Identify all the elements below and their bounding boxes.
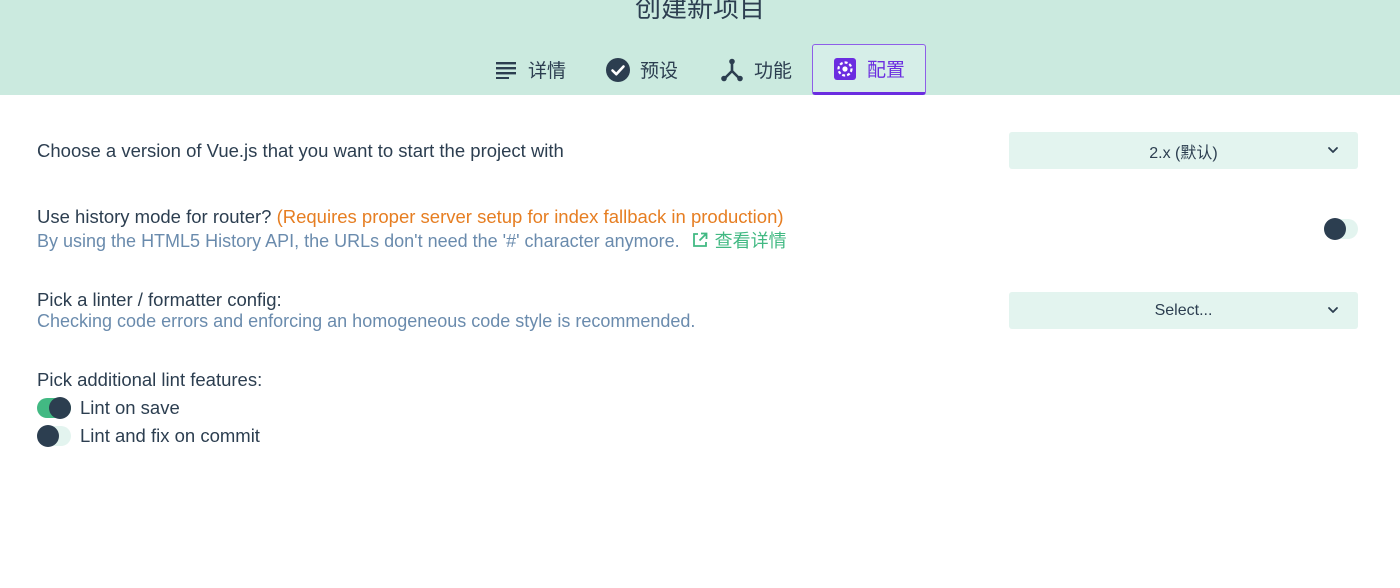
fork-icon bbox=[720, 58, 744, 82]
lint-fix-on-commit-toggle[interactable] bbox=[37, 425, 71, 447]
tab-bar: 详情 预设 功能 配置 bbox=[0, 44, 1400, 95]
lint-on-save-option[interactable]: Lint on save bbox=[37, 396, 180, 420]
lint-on-save-toggle[interactable] bbox=[37, 397, 71, 419]
lint-on-save-label: Lint on save bbox=[80, 397, 180, 418]
toggle-knob bbox=[49, 397, 71, 419]
history-mode-description: By using the HTML5 History API, the URLs… bbox=[37, 231, 680, 251]
chevron-down-icon bbox=[1328, 307, 1338, 313]
tab-label: 预设 bbox=[639, 61, 678, 82]
tab-features[interactable]: 功能 bbox=[706, 44, 806, 95]
tab-label: 配置 bbox=[866, 60, 905, 81]
list-icon bbox=[494, 58, 518, 82]
tab-presets[interactable]: 预设 bbox=[592, 44, 692, 95]
more-info-link[interactable]: 查看详情 bbox=[691, 231, 787, 251]
vue-version-value: 2.x (默认) bbox=[1149, 144, 1218, 162]
lint-fix-on-commit-label: Lint and fix on commit bbox=[80, 425, 260, 446]
toggle-knob bbox=[1324, 218, 1346, 240]
linter-select-value: Select... bbox=[1154, 301, 1213, 319]
linter-description: Checking code errors and enforcing an ho… bbox=[37, 311, 696, 331]
check-circle-icon bbox=[605, 57, 630, 82]
tab-details[interactable]: 详情 bbox=[480, 44, 580, 95]
linter-select[interactable]: Select... bbox=[1009, 292, 1358, 329]
lint-fix-on-commit-option[interactable]: Lint and fix on commit bbox=[37, 424, 260, 448]
history-mode-toggle[interactable] bbox=[1324, 218, 1358, 240]
history-mode-warning: (Requires proper server setup for index … bbox=[276, 206, 784, 227]
tab-label: 详情 bbox=[527, 61, 566, 82]
tab-label: 功能 bbox=[753, 61, 792, 82]
chevron-down-icon bbox=[1328, 147, 1338, 153]
vue-version-label: Choose a version of Vue.js that you want… bbox=[37, 140, 564, 161]
tab-config[interactable]: 配置 bbox=[812, 44, 926, 95]
vue-version-select[interactable]: 2.x (默认) bbox=[1009, 132, 1358, 169]
lint-features-label: Pick additional lint features: bbox=[37, 369, 263, 390]
header: 创建新项目 详情 预设 功能 配置 bbox=[0, 0, 1400, 95]
history-mode-label: Use history mode for router? bbox=[37, 206, 272, 227]
settings-icon bbox=[833, 57, 857, 81]
history-mode-label-row: Use history mode for router? (Requires p… bbox=[37, 205, 784, 229]
page-title: 创建新项目 bbox=[634, 0, 765, 23]
more-info-link-label: 查看详情 bbox=[714, 231, 787, 251]
history-mode-description-row: By using the HTML5 History API, the URLs… bbox=[37, 229, 787, 253]
toggle-knob bbox=[37, 425, 59, 447]
external-link-icon bbox=[692, 232, 708, 247]
